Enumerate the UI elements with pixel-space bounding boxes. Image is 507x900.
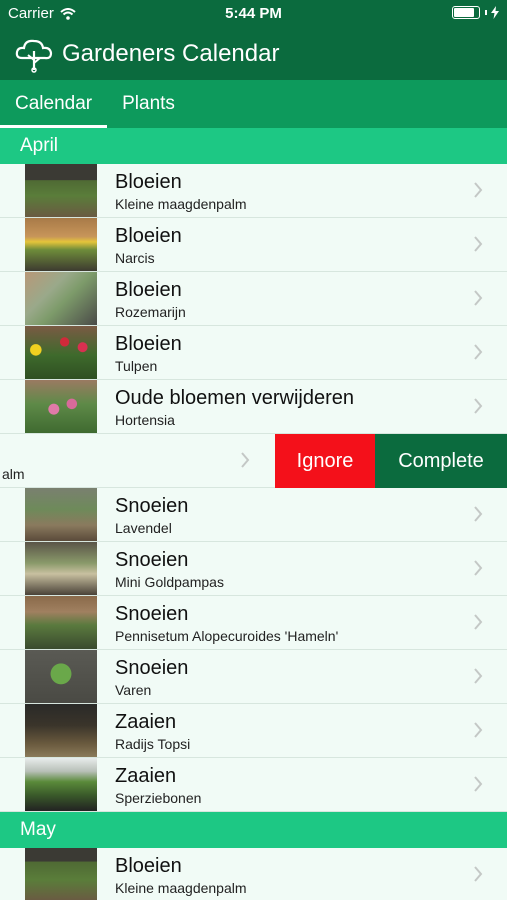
list-item[interactable]: Oude bloemen verwijderen Hortensia [0, 380, 507, 434]
plant-name: Sperziebonen [115, 790, 202, 806]
task-title: Bloeien [115, 855, 182, 877]
plant-name: Mini Goldpampas [115, 574, 224, 590]
plant-name: Radijs Topsi [115, 736, 191, 752]
status-right [452, 6, 499, 19]
plant-name: Kleine maagdenpalm [115, 196, 247, 212]
plant-photo [25, 380, 97, 433]
battery-icon [452, 6, 480, 19]
task-title: Bloeien [115, 225, 182, 247]
chevron-right-icon [474, 236, 483, 252]
list-item[interactable]: Snoeien Varen [0, 650, 507, 704]
task-title: Snoeien [115, 603, 189, 625]
task-title: Snoeien [115, 495, 189, 517]
plant-name: Narcis [115, 250, 155, 266]
plant-photo [25, 272, 97, 325]
status-time: 5:44 PM [225, 5, 282, 22]
chevron-right-icon [241, 452, 250, 468]
list-item[interactable]: Snoeien Mini Goldpampas [0, 542, 507, 596]
task-title: Zaaien [115, 765, 177, 787]
plant-name: Varen [115, 682, 152, 698]
plant-photo [25, 488, 97, 541]
chevron-right-icon [474, 506, 483, 522]
chevron-right-icon [474, 182, 483, 198]
list-item[interactable]: Zaaien Radijs Topsi [0, 704, 507, 758]
chevron-right-icon [474, 668, 483, 684]
task-title: Bloeien [115, 171, 182, 193]
plant-name: Pennisetum Alopecuroides 'Hameln' [115, 628, 339, 644]
app-header: Gardeners Calendar [0, 28, 507, 80]
plant-photo [25, 596, 97, 649]
battery-tip [485, 10, 487, 15]
tree-cloud-icon [15, 39, 53, 73]
chevron-right-icon [474, 614, 483, 630]
plant-photo [25, 758, 97, 811]
task-title: Snoeien [115, 657, 189, 679]
tab-bar: Calendar Plants [0, 80, 507, 128]
plant-photo [25, 650, 97, 703]
chevron-right-icon [474, 290, 483, 306]
chevron-right-icon [474, 344, 483, 360]
plant-name: Tulpen [115, 358, 158, 374]
list-item[interactable]: Zaaien Sperziebonen [0, 758, 507, 812]
task-title: Bloeien [115, 279, 182, 301]
swiped-plant-name: alm [2, 466, 25, 482]
section-header-may: May [0, 812, 507, 848]
task-title: Snoeien [115, 549, 189, 571]
app-title: Gardeners Calendar [62, 40, 280, 67]
chevron-right-icon [474, 722, 483, 738]
list-item[interactable]: Snoeien Pennisetum Alopecuroides 'Hameln… [0, 596, 507, 650]
complete-button[interactable]: Complete [375, 434, 507, 488]
charging-bolt-icon [491, 6, 499, 19]
plant-photo [25, 326, 97, 379]
plant-photo [25, 704, 97, 757]
task-title: Oude bloemen verwijderen [115, 387, 355, 409]
section-header-april: April [0, 128, 507, 164]
status-bar: Carrier 5:44 PM [0, 0, 507, 28]
plant-name: Rozemarijn [115, 304, 186, 320]
task-title: Zaaien [115, 711, 177, 733]
list-item[interactable]: Bloeien Kleine maagdenpalm [0, 164, 507, 218]
list-item[interactable]: Bloeien Kleine maagdenpalm [0, 848, 507, 900]
plant-photo [25, 164, 97, 217]
chevron-right-icon [474, 866, 483, 882]
chevron-right-icon [474, 776, 483, 792]
list-item[interactable]: Snoeien Lavendel [0, 488, 507, 542]
plant-photo [25, 542, 97, 595]
tab-plants[interactable]: Plants [107, 80, 190, 128]
plant-name: Kleine maagdenpalm [115, 880, 247, 896]
swiped-list-item[interactable]: alm Ignore Complete [0, 434, 507, 488]
chevron-right-icon [474, 560, 483, 576]
plant-photo [25, 218, 97, 271]
task-title: Bloeien [115, 333, 182, 355]
ignore-button[interactable]: Ignore [275, 434, 375, 488]
list-item[interactable]: Bloeien Narcis [0, 218, 507, 272]
tab-calendar[interactable]: Calendar [0, 80, 108, 128]
plant-name: Lavendel [115, 520, 172, 536]
list-item[interactable]: Bloeien Tulpen [0, 326, 507, 380]
plant-name: Hortensia [115, 412, 175, 428]
list-item[interactable]: Bloeien Rozemarijn [0, 272, 507, 326]
chevron-right-icon [474, 398, 483, 414]
plant-photo [25, 848, 97, 900]
